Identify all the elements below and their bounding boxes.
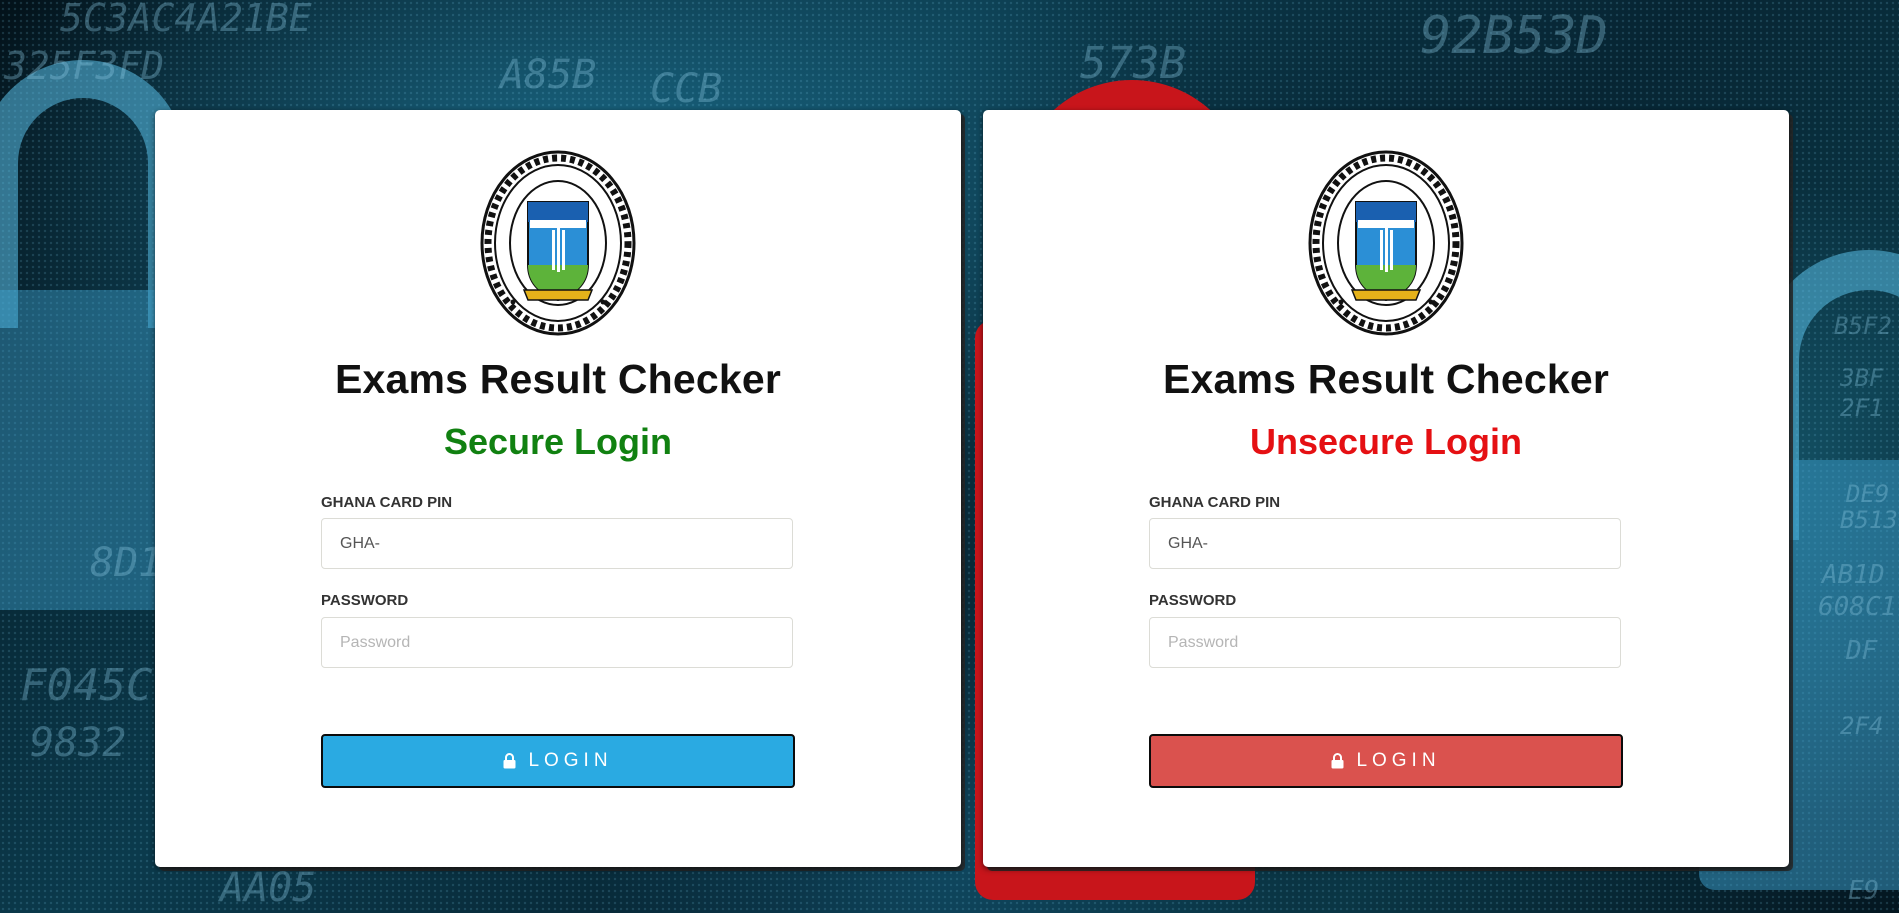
background-hex-text: 2F4	[1840, 712, 1884, 740]
background-hex-text: 8D1	[90, 540, 163, 586]
background-hex-text: 92B53D	[1420, 6, 1608, 66]
background-hex-text: DF	[1846, 636, 1878, 666]
password-label: PASSWORD	[321, 592, 409, 609]
ghana-card-pin-input[interactable]	[1149, 518, 1621, 569]
background-hex-text: 3BF	[1840, 364, 1884, 392]
unsecure-login-button[interactable]: LOGIN	[1149, 734, 1623, 788]
page-title: Exams Result Checker	[334, 356, 782, 402]
lock-icon	[1331, 753, 1344, 769]
background-hex-text: 608C1	[1818, 592, 1897, 622]
gimpa-crest-icon	[1308, 150, 1464, 336]
password-label: PASSWORD	[1149, 592, 1237, 609]
background-hex-text: AB1D	[1822, 560, 1885, 590]
background-hex-text: B513	[1840, 506, 1898, 534]
background-hex-text: CCB	[650, 66, 723, 112]
ghana-card-pin-label: GHANA CARD PIN	[321, 494, 453, 511]
secure-login-card: Exams Result Checker Secure Login GHANA …	[155, 110, 961, 867]
ghana-card-pin-label: GHANA CARD PIN	[1149, 494, 1281, 511]
gimpa-crest-logo	[480, 150, 636, 336]
background-hex-text: F045C	[20, 660, 153, 711]
gimpa-crest-logo	[1308, 150, 1464, 336]
background-hex-text: AA05	[220, 865, 317, 911]
login-button-label: LOGIN	[1356, 750, 1441, 771]
gimpa-crest-icon	[480, 150, 636, 336]
unsecure-login-heading: Unsecure Login	[1249, 421, 1523, 462]
background-hex-text: 573B	[1080, 38, 1186, 89]
ghana-card-pin-input[interactable]	[321, 518, 793, 569]
lock-icon	[503, 753, 516, 769]
background-hex-text: 5C3AC4A21BE	[60, 0, 312, 40]
password-input[interactable]	[321, 617, 793, 668]
password-input[interactable]	[1149, 617, 1621, 668]
secure-login-heading: Secure Login	[443, 421, 673, 462]
background-hex-text: 9832	[30, 720, 127, 766]
unsecure-login-card: Exams Result Checker Unsecure Login GHAN…	[983, 110, 1789, 867]
background-hex-text: E9	[1848, 876, 1880, 906]
page-title: Exams Result Checker	[1162, 356, 1610, 402]
background-hex-text: DE9	[1846, 480, 1890, 508]
login-button-label: LOGIN	[528, 750, 613, 771]
background-hex-text: B5F2	[1834, 312, 1892, 340]
background-hex-text: A85B	[500, 52, 597, 98]
background-hex-text: 2F1	[1840, 394, 1884, 422]
secure-login-button[interactable]: LOGIN	[321, 734, 795, 788]
background-hex-text: 325F3FD	[4, 44, 165, 88]
